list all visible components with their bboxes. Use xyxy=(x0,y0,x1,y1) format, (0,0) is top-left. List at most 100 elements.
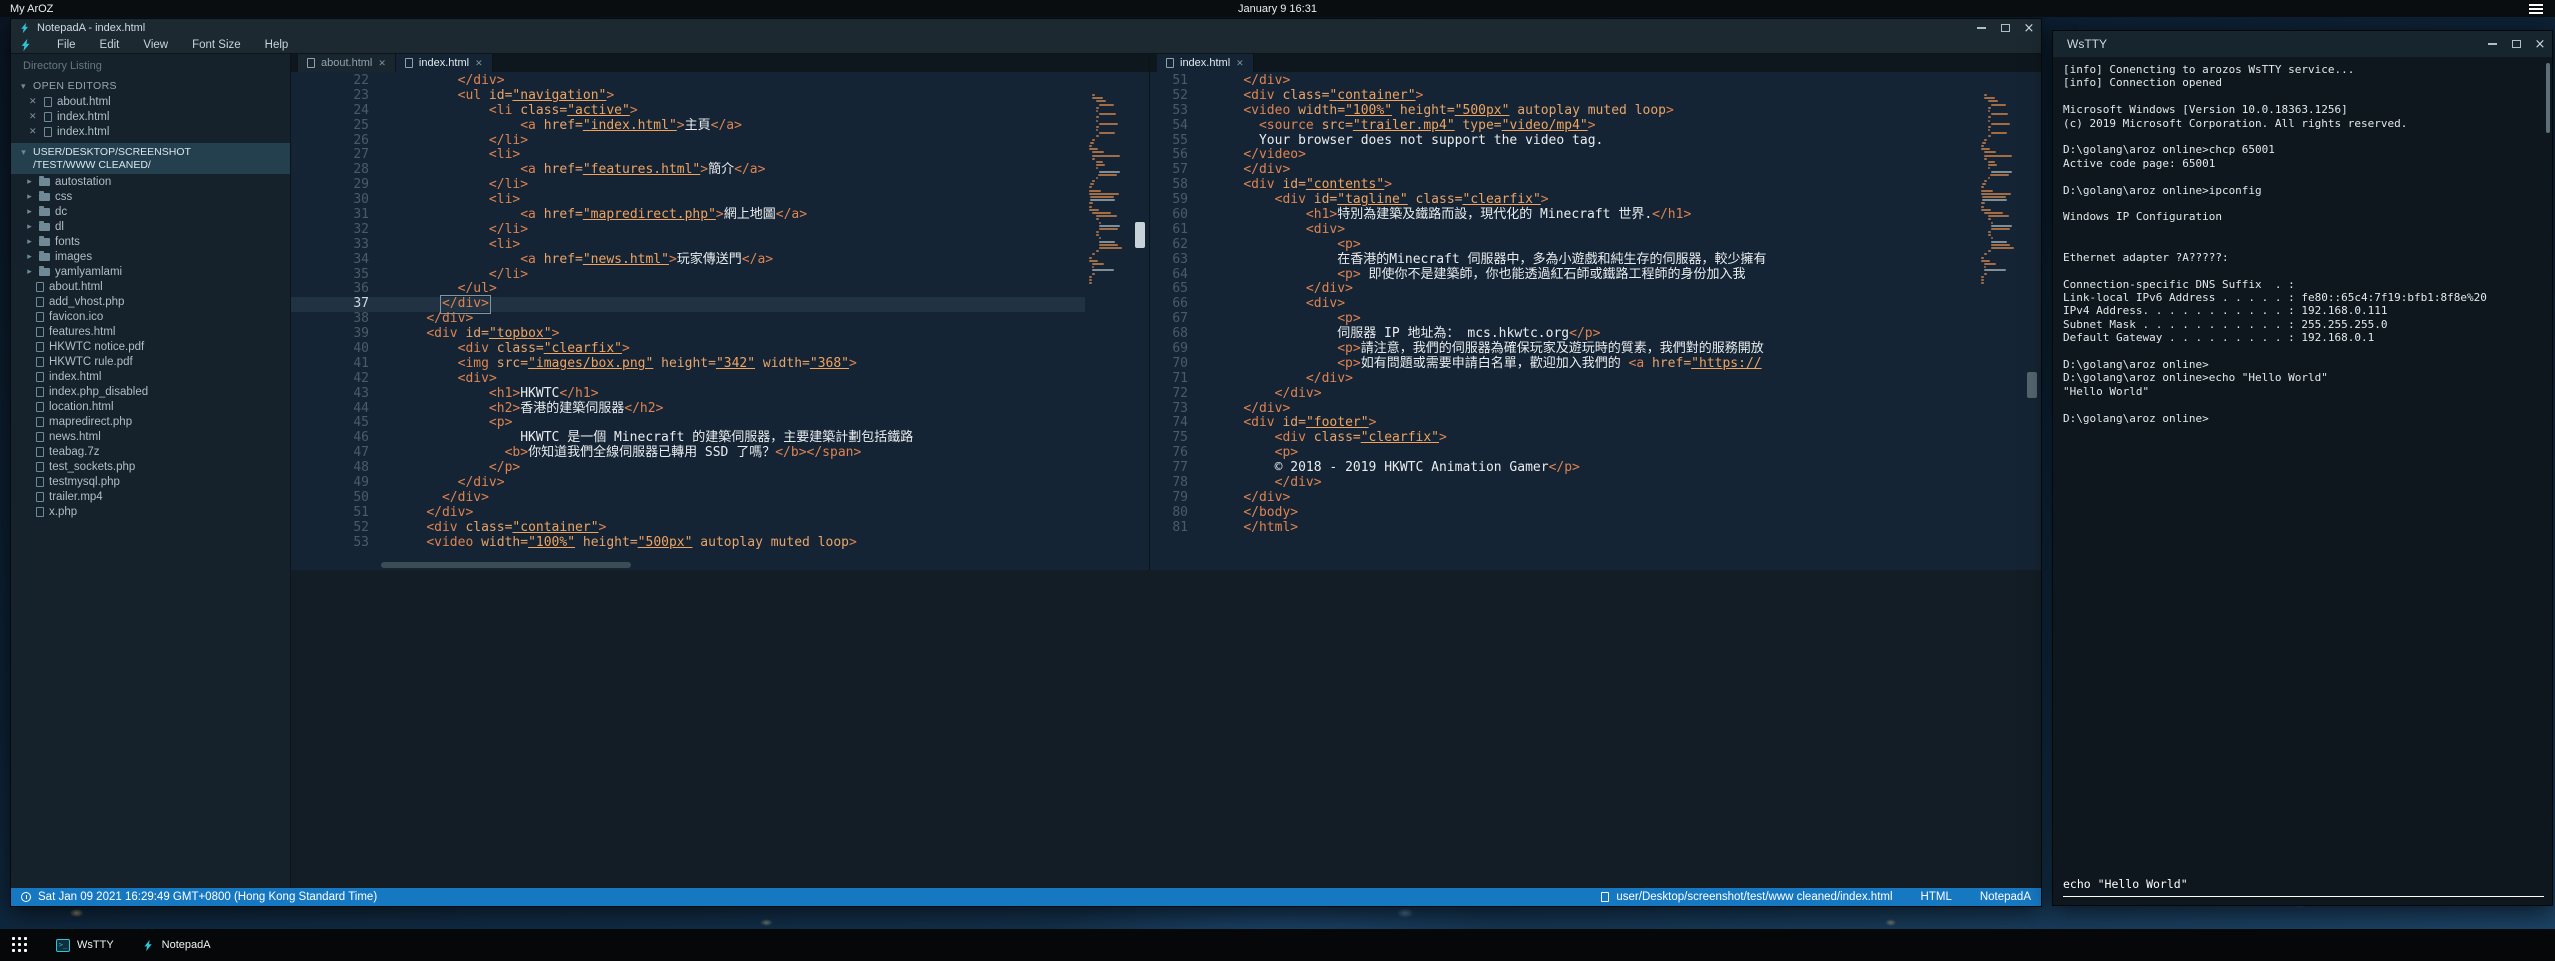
left-minimap[interactable] xyxy=(1085,94,1129,285)
wstty-titlebar[interactable]: WsTTY × xyxy=(2053,31,2552,57)
folder-item[interactable]: ▸fonts xyxy=(11,234,290,249)
line-number: 52 xyxy=(1150,89,1200,104)
file-item[interactable]: location.html xyxy=(11,399,290,414)
code-text-content: 在香港的Minecraft 伺服器中，多為小遊戲和純生存的伺服器，較少擁有 xyxy=(1200,253,1767,268)
scroll-thumb[interactable] xyxy=(1135,222,1145,248)
line-number: 64 xyxy=(1150,268,1200,283)
sidebar-header: Directory Listing xyxy=(11,54,290,78)
terminal-line: IPv4 Address. . . . . . . . . . . : 192.… xyxy=(2063,304,2542,317)
minimize-button[interactable] xyxy=(1969,19,1993,37)
tab-about-html[interactable]: about.html ✕ xyxy=(298,54,396,72)
left-vertical-scrollbar[interactable] xyxy=(1131,72,1149,570)
file-item[interactable]: HKWTC rule.pdf xyxy=(11,354,290,369)
window-title: NotepadA - index.html xyxy=(37,22,145,34)
maximize-button[interactable] xyxy=(1993,19,2017,37)
file-item[interactable]: index.html xyxy=(11,369,290,384)
taskbar-item-notepada[interactable]: NotepadA xyxy=(128,929,225,961)
terminal-output[interactable]: [info] Conencting to arozos WsTTY servic… xyxy=(2053,57,2552,865)
close-file-icon[interactable]: ✕ xyxy=(29,96,39,107)
folder-item[interactable]: ▸autostation xyxy=(11,174,290,189)
close-tab-icon[interactable]: ✕ xyxy=(475,58,483,69)
terminal-scrollbar[interactable] xyxy=(2546,63,2550,133)
line-number: 24 xyxy=(291,104,381,119)
file-item[interactable]: test_sockets.php xyxy=(11,459,290,474)
code-text-content: <h1>HKWTC</h1> xyxy=(381,387,599,402)
code-editor-surface[interactable]: 51 </div>52 <div class="container">53 <v… xyxy=(1150,72,2041,570)
file-item[interactable]: mapredirect.php xyxy=(11,414,290,429)
statusbar-language[interactable]: HTML xyxy=(1921,891,1952,903)
file-item[interactable]: add_vhost.php xyxy=(11,294,290,309)
caret-right-icon: ▸ xyxy=(25,266,34,277)
line-number: 73 xyxy=(1150,402,1200,417)
app-launcher-button[interactable] xyxy=(12,937,28,953)
taskbar-item-wstty[interactable]: >_ WsTTY xyxy=(42,929,128,961)
menu-edit[interactable]: Edit xyxy=(88,37,132,53)
folder-item[interactable]: ▸dl xyxy=(11,219,290,234)
file-item[interactable]: teabag.7z xyxy=(11,444,290,459)
os-clock: January 9 16:31 xyxy=(1238,3,1317,15)
terminal-line: Active code page: 65001 xyxy=(2063,157,2542,170)
code-editor-surface[interactable]: 22 </div>23 <ul id="navigation">24 <li c… xyxy=(291,72,1149,570)
file-item[interactable]: news.html xyxy=(11,429,290,444)
left-horizontal-scrollbar[interactable] xyxy=(381,562,631,568)
minimize-button[interactable] xyxy=(2480,31,2504,57)
folder-item[interactable]: ▸images xyxy=(11,249,290,264)
active-line-box: </div> xyxy=(442,297,489,312)
folder-item[interactable]: ▸dc xyxy=(11,204,290,219)
close-tab-icon[interactable]: ✕ xyxy=(1236,58,1244,69)
open-editors-list: ✕about.html✕index.html✕index.html xyxy=(11,94,290,139)
file-icon xyxy=(36,492,44,502)
file-label: index.html xyxy=(49,371,101,383)
workspace-root[interactable]: ▾ USER/DESKTOP/SCREENSHOT /TEST/WWW CLEA… xyxy=(11,143,290,174)
code-text-content: 伺服器 IP 地址為： mcs.hkwtc.org</p> xyxy=(1200,327,1600,342)
file-item[interactable]: about.html xyxy=(11,279,290,294)
file-item[interactable]: HKWTC notice.pdf xyxy=(11,339,290,354)
open-editor-item[interactable]: ✕index.html xyxy=(11,124,290,139)
menu-font-size[interactable]: Font Size xyxy=(180,37,253,53)
os-menu-button[interactable] xyxy=(2517,4,2555,14)
menu-view[interactable]: View xyxy=(131,37,180,53)
tab-index-html[interactable]: index.html ✕ xyxy=(1157,54,1254,72)
right-minimap[interactable] xyxy=(1977,94,2021,285)
right-vertical-scrollbar[interactable] xyxy=(2023,72,2041,570)
line-number: 38 xyxy=(291,312,381,327)
file-item[interactable]: testmysql.php xyxy=(11,474,290,489)
open-editor-item[interactable]: ✕about.html xyxy=(11,94,290,109)
code-text-content: <p> xyxy=(1200,238,1361,253)
menu-help[interactable]: Help xyxy=(253,37,301,53)
menu-file[interactable]: File xyxy=(45,37,88,53)
close-file-icon[interactable]: ✕ xyxy=(29,111,39,122)
file-item[interactable]: index.php_disabled xyxy=(11,384,290,399)
file-icon xyxy=(36,372,44,382)
file-icon xyxy=(44,112,52,122)
code-text-content: </li> xyxy=(381,268,528,283)
terminal-line: [info] Connection opened xyxy=(2063,76,2542,89)
notepada-logo-icon xyxy=(19,22,31,34)
close-button[interactable]: × xyxy=(2017,19,2041,37)
file-item[interactable]: favicon.ico xyxy=(11,309,290,324)
file-icon xyxy=(44,127,52,137)
desktop: My ArOZ January 9 16:31 NotepadA - index… xyxy=(0,0,2555,961)
open-editor-item[interactable]: ✕index.html xyxy=(11,109,290,124)
open-editors-section[interactable]: ▾ OPEN EDITORS xyxy=(11,78,290,94)
file-icon xyxy=(36,417,44,427)
file-item[interactable]: trailer.mp4 xyxy=(11,489,290,504)
folder-item[interactable]: ▸yamlyamlami xyxy=(11,264,290,279)
terminal-input[interactable]: echo "Hello World" xyxy=(2063,875,2544,897)
file-item[interactable]: x.php xyxy=(11,504,290,519)
notepada-titlebar[interactable]: NotepadA - index.html × xyxy=(11,19,2041,37)
maximize-button[interactable] xyxy=(2504,31,2528,57)
tab-index-html[interactable]: index.html ✕ xyxy=(396,54,493,72)
code-text-content: <li> xyxy=(381,193,520,208)
code-text-content: </div> xyxy=(381,491,489,506)
code-line: 51 </div> xyxy=(1150,74,1977,89)
code-text-content: <div> xyxy=(1200,223,1345,238)
close-file-icon[interactable]: ✕ xyxy=(29,126,39,137)
close-tab-icon[interactable]: ✕ xyxy=(378,58,386,69)
folder-item[interactable]: ▸css xyxy=(11,189,290,204)
aroz-menu-button[interactable]: My ArOZ xyxy=(0,3,63,15)
close-button[interactable]: × xyxy=(2528,31,2552,57)
file-item[interactable]: features.html xyxy=(11,324,290,339)
code-line: 28 <a href="features.html">簡介</a> xyxy=(291,163,1085,178)
scroll-thumb[interactable] xyxy=(2027,372,2037,398)
